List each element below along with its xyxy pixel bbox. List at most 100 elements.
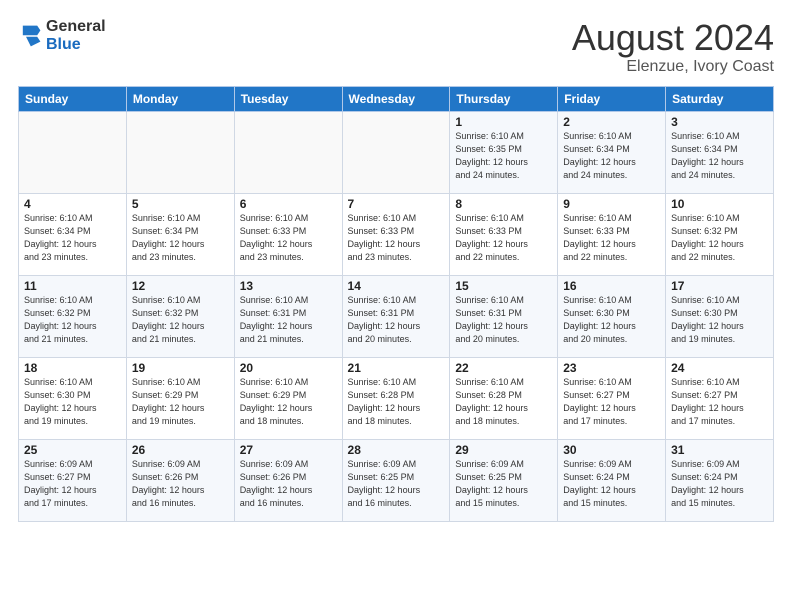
day-number: 3 <box>671 115 768 129</box>
day-info: Sunrise: 6:10 AMSunset: 6:27 PMDaylight:… <box>563 376 660 428</box>
day-info: Sunrise: 6:10 AMSunset: 6:31 PMDaylight:… <box>348 294 445 346</box>
day-number: 13 <box>240 279 337 293</box>
day-number: 15 <box>455 279 552 293</box>
table-row: 22Sunrise: 6:10 AMSunset: 6:28 PMDayligh… <box>450 357 558 439</box>
day-number: 31 <box>671 443 768 457</box>
col-tuesday: Tuesday <box>234 86 342 111</box>
page: General Blue August 2024 Elenzue, Ivory … <box>0 0 792 612</box>
day-number: 7 <box>348 197 445 211</box>
day-number: 9 <box>563 197 660 211</box>
day-number: 14 <box>348 279 445 293</box>
logo-icon <box>18 22 42 50</box>
day-info: Sunrise: 6:09 AMSunset: 6:24 PMDaylight:… <box>671 458 768 510</box>
day-number: 19 <box>132 361 229 375</box>
day-info: Sunrise: 6:10 AMSunset: 6:33 PMDaylight:… <box>240 212 337 264</box>
day-info: Sunrise: 6:10 AMSunset: 6:33 PMDaylight:… <box>348 212 445 264</box>
day-number: 2 <box>563 115 660 129</box>
col-saturday: Saturday <box>666 86 774 111</box>
day-info: Sunrise: 6:09 AMSunset: 6:24 PMDaylight:… <box>563 458 660 510</box>
day-info: Sunrise: 6:09 AMSunset: 6:25 PMDaylight:… <box>455 458 552 510</box>
table-row: 4Sunrise: 6:10 AMSunset: 6:34 PMDaylight… <box>19 193 127 275</box>
table-row: 11Sunrise: 6:10 AMSunset: 6:32 PMDayligh… <box>19 275 127 357</box>
day-info: Sunrise: 6:10 AMSunset: 6:31 PMDaylight:… <box>240 294 337 346</box>
day-info: Sunrise: 6:10 AMSunset: 6:30 PMDaylight:… <box>24 376 121 428</box>
day-info: Sunrise: 6:10 AMSunset: 6:27 PMDaylight:… <box>671 376 768 428</box>
table-row <box>234 111 342 193</box>
day-info: Sunrise: 6:10 AMSunset: 6:33 PMDaylight:… <box>455 212 552 264</box>
day-info: Sunrise: 6:10 AMSunset: 6:34 PMDaylight:… <box>671 130 768 182</box>
table-row: 24Sunrise: 6:10 AMSunset: 6:27 PMDayligh… <box>666 357 774 439</box>
title-block: August 2024 Elenzue, Ivory Coast <box>572 18 774 76</box>
day-info: Sunrise: 6:10 AMSunset: 6:30 PMDaylight:… <box>671 294 768 346</box>
table-row: 5Sunrise: 6:10 AMSunset: 6:34 PMDaylight… <box>126 193 234 275</box>
day-number: 12 <box>132 279 229 293</box>
table-row: 8Sunrise: 6:10 AMSunset: 6:33 PMDaylight… <box>450 193 558 275</box>
logo: General Blue <box>18 18 106 53</box>
table-row: 31Sunrise: 6:09 AMSunset: 6:24 PMDayligh… <box>666 439 774 521</box>
table-row: 9Sunrise: 6:10 AMSunset: 6:33 PMDaylight… <box>558 193 666 275</box>
day-number: 4 <box>24 197 121 211</box>
week-row-4: 18Sunrise: 6:10 AMSunset: 6:30 PMDayligh… <box>19 357 774 439</box>
month-title: August 2024 <box>572 18 774 58</box>
table-row: 14Sunrise: 6:10 AMSunset: 6:31 PMDayligh… <box>342 275 450 357</box>
table-row: 13Sunrise: 6:10 AMSunset: 6:31 PMDayligh… <box>234 275 342 357</box>
day-info: Sunrise: 6:10 AMSunset: 6:28 PMDaylight:… <box>455 376 552 428</box>
day-number: 21 <box>348 361 445 375</box>
day-number: 24 <box>671 361 768 375</box>
col-wednesday: Wednesday <box>342 86 450 111</box>
table-row: 16Sunrise: 6:10 AMSunset: 6:30 PMDayligh… <box>558 275 666 357</box>
table-row: 7Sunrise: 6:10 AMSunset: 6:33 PMDaylight… <box>342 193 450 275</box>
col-thursday: Thursday <box>450 86 558 111</box>
table-row <box>19 111 127 193</box>
day-info: Sunrise: 6:10 AMSunset: 6:32 PMDaylight:… <box>132 294 229 346</box>
day-number: 26 <box>132 443 229 457</box>
day-number: 27 <box>240 443 337 457</box>
day-number: 10 <box>671 197 768 211</box>
table-row: 1Sunrise: 6:10 AMSunset: 6:35 PMDaylight… <box>450 111 558 193</box>
day-number: 28 <box>348 443 445 457</box>
week-row-1: 1Sunrise: 6:10 AMSunset: 6:35 PMDaylight… <box>19 111 774 193</box>
day-info: Sunrise: 6:10 AMSunset: 6:34 PMDaylight:… <box>563 130 660 182</box>
day-info: Sunrise: 6:10 AMSunset: 6:29 PMDaylight:… <box>132 376 229 428</box>
day-info: Sunrise: 6:10 AMSunset: 6:34 PMDaylight:… <box>132 212 229 264</box>
week-row-5: 25Sunrise: 6:09 AMSunset: 6:27 PMDayligh… <box>19 439 774 521</box>
logo-blue: Blue <box>46 36 106 54</box>
day-info: Sunrise: 6:09 AMSunset: 6:27 PMDaylight:… <box>24 458 121 510</box>
location-title: Elenzue, Ivory Coast <box>572 58 774 76</box>
table-row: 15Sunrise: 6:10 AMSunset: 6:31 PMDayligh… <box>450 275 558 357</box>
table-row: 3Sunrise: 6:10 AMSunset: 6:34 PMDaylight… <box>666 111 774 193</box>
table-row: 18Sunrise: 6:10 AMSunset: 6:30 PMDayligh… <box>19 357 127 439</box>
day-number: 23 <box>563 361 660 375</box>
day-number: 8 <box>455 197 552 211</box>
day-info: Sunrise: 6:09 AMSunset: 6:26 PMDaylight:… <box>240 458 337 510</box>
day-info: Sunrise: 6:10 AMSunset: 6:35 PMDaylight:… <box>455 130 552 182</box>
day-number: 6 <box>240 197 337 211</box>
calendar: Sunday Monday Tuesday Wednesday Thursday… <box>18 86 774 522</box>
header: General Blue August 2024 Elenzue, Ivory … <box>18 18 774 76</box>
col-sunday: Sunday <box>19 86 127 111</box>
col-monday: Monday <box>126 86 234 111</box>
table-row: 2Sunrise: 6:10 AMSunset: 6:34 PMDaylight… <box>558 111 666 193</box>
logo-text: General Blue <box>46 18 106 53</box>
table-row: 12Sunrise: 6:10 AMSunset: 6:32 PMDayligh… <box>126 275 234 357</box>
day-number: 29 <box>455 443 552 457</box>
table-row: 23Sunrise: 6:10 AMSunset: 6:27 PMDayligh… <box>558 357 666 439</box>
day-number: 17 <box>671 279 768 293</box>
day-info: Sunrise: 6:10 AMSunset: 6:33 PMDaylight:… <box>563 212 660 264</box>
col-friday: Friday <box>558 86 666 111</box>
table-row: 28Sunrise: 6:09 AMSunset: 6:25 PMDayligh… <box>342 439 450 521</box>
day-number: 18 <box>24 361 121 375</box>
weekday-header-row: Sunday Monday Tuesday Wednesday Thursday… <box>19 86 774 111</box>
table-row: 30Sunrise: 6:09 AMSunset: 6:24 PMDayligh… <box>558 439 666 521</box>
table-row: 6Sunrise: 6:10 AMSunset: 6:33 PMDaylight… <box>234 193 342 275</box>
day-info: Sunrise: 6:10 AMSunset: 6:32 PMDaylight:… <box>24 294 121 346</box>
day-number: 16 <box>563 279 660 293</box>
day-info: Sunrise: 6:10 AMSunset: 6:30 PMDaylight:… <box>563 294 660 346</box>
day-info: Sunrise: 6:10 AMSunset: 6:28 PMDaylight:… <box>348 376 445 428</box>
day-info: Sunrise: 6:10 AMSunset: 6:31 PMDaylight:… <box>455 294 552 346</box>
day-info: Sunrise: 6:09 AMSunset: 6:26 PMDaylight:… <box>132 458 229 510</box>
day-number: 30 <box>563 443 660 457</box>
table-row: 20Sunrise: 6:10 AMSunset: 6:29 PMDayligh… <box>234 357 342 439</box>
day-number: 5 <box>132 197 229 211</box>
week-row-3: 11Sunrise: 6:10 AMSunset: 6:32 PMDayligh… <box>19 275 774 357</box>
